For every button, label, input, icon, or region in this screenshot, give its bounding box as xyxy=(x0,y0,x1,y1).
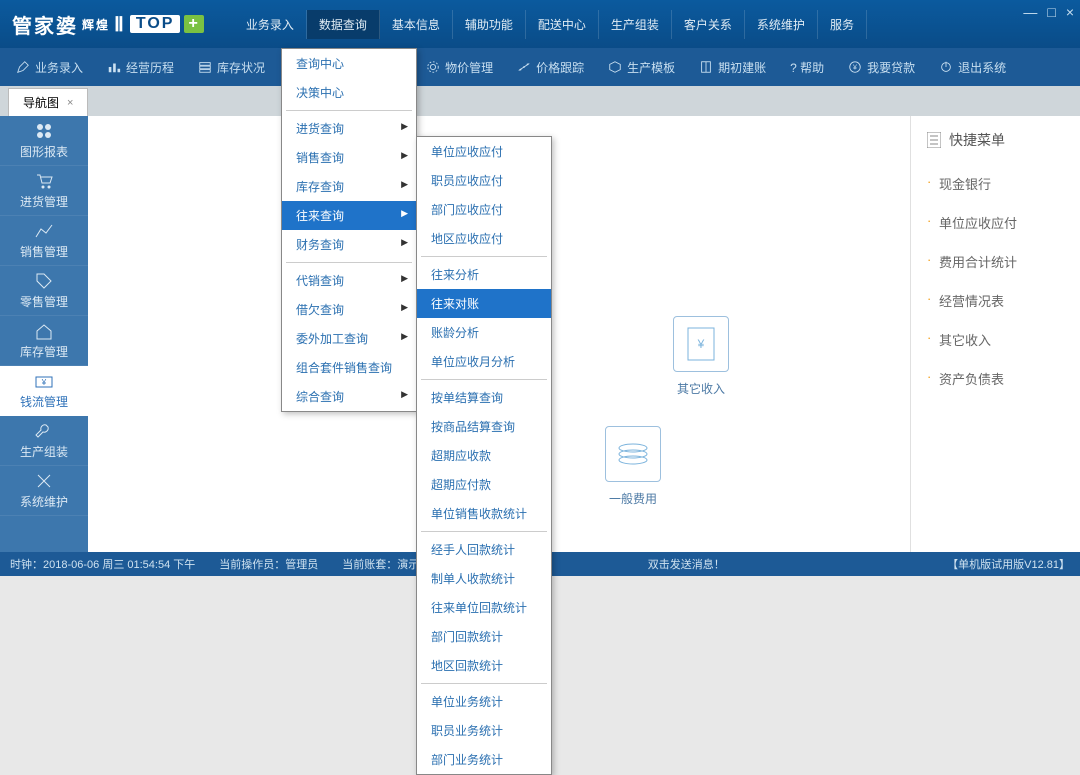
menu-往来分析[interactable]: 往来分析 xyxy=(417,260,551,289)
app-logo: 管家婆辉煌Ⅱ TOP+ xyxy=(12,10,204,39)
toolbar-6[interactable]: 物价管理 xyxy=(414,48,505,86)
toolbar-12[interactable]: 退出系统 xyxy=(927,48,1018,86)
topmenu-8[interactable]: 服务 xyxy=(818,10,867,39)
toolbar-2[interactable]: 库存状况 xyxy=(186,48,277,86)
menu-单位应收月分析[interactable]: 单位应收月分析 xyxy=(417,347,551,376)
topmenu-5[interactable]: 生产组装 xyxy=(599,10,672,39)
close-button[interactable]: × xyxy=(1066,4,1074,20)
topmenu-2[interactable]: 基本信息 xyxy=(380,10,453,39)
topmenu-4[interactable]: 配送中心 xyxy=(526,10,599,39)
quick-title: 快捷菜单 xyxy=(927,130,1064,150)
menu-单位应收应付[interactable]: 单位应收应付 xyxy=(417,137,551,166)
sidebar-系统维护[interactable]: 系统维护 xyxy=(0,466,88,516)
sidebar-零售管理[interactable]: 零售管理 xyxy=(0,266,88,316)
minimize-button[interactable]: — xyxy=(1023,4,1037,20)
toolbar-8[interactable]: 生产模板 xyxy=(596,48,687,86)
toolbar: 业务录入经营历程库存状况¥ 现销售统计物价管理价格跟踪生产模板期初建账? 帮助¥… xyxy=(0,48,1080,86)
status-account: 当前账套：演示a xyxy=(342,556,425,572)
titlebar: 管家婆辉煌Ⅱ TOP+ 业务录入数据查询基本信息辅助功能配送中心生产组装客户关系… xyxy=(0,0,1080,48)
status-message: 双击发送消息！ xyxy=(648,556,725,572)
quick-panel: 快捷菜单 现金银行单位应收应付费用合计统计经营情况表其它收入资产负债表 xyxy=(910,116,1080,552)
menu-财务查询[interactable]: 财务查询 xyxy=(282,230,416,259)
menu-单位业务统计[interactable]: 单位业务统计 xyxy=(417,687,551,716)
menu-超期应付款[interactable]: 超期应付款 xyxy=(417,470,551,499)
status-time: 时钟：2018-06-06 周三 01:54:54 下午 xyxy=(10,556,195,572)
quick-经营情况表[interactable]: 经营情况表 xyxy=(927,281,1064,320)
tile-一般费用[interactable]: 一般费用 xyxy=(588,426,678,507)
menu-职员业务统计[interactable]: 职员业务统计 xyxy=(417,716,551,745)
menu-综合查询[interactable]: 综合查询 xyxy=(282,382,416,411)
top-menu: 业务录入数据查询基本信息辅助功能配送中心生产组装客户关系系统维护服务 xyxy=(234,10,867,39)
tab-label: 导航图 xyxy=(23,94,59,111)
topmenu-0[interactable]: 业务录入 xyxy=(234,10,307,39)
menu-销售查询[interactable]: 销售查询 xyxy=(282,143,416,172)
svg-text:¥: ¥ xyxy=(41,378,47,387)
toolbar-7[interactable]: 价格跟踪 xyxy=(505,48,596,86)
topmenu-6[interactable]: 客户关系 xyxy=(672,10,745,39)
status-version: 【单机版试用版V12.81】 xyxy=(947,556,1070,572)
toolbar-11[interactable]: ¥我要贷款 xyxy=(836,48,927,86)
menu-部门应收应付[interactable]: 部门应收应付 xyxy=(417,195,551,224)
maximize-button[interactable]: □ xyxy=(1047,4,1055,20)
menu-账龄分析[interactable]: 账龄分析 xyxy=(417,318,551,347)
window-controls: — □ × xyxy=(1023,4,1074,20)
menu-按商品结算查询[interactable]: 按商品结算查询 xyxy=(417,412,551,441)
menu-委外加工查询[interactable]: 委外加工查询 xyxy=(282,324,416,353)
menu-进货查询[interactable]: 进货查询 xyxy=(282,114,416,143)
tab-strip: 导航图 × xyxy=(0,86,1080,116)
tab-nav[interactable]: 导航图 × xyxy=(8,88,88,116)
toolbar-10[interactable]: ? 帮助 xyxy=(778,48,836,86)
menu-部门业务统计[interactable]: 部门业务统计 xyxy=(417,745,551,774)
menu-借欠查询[interactable]: 借欠查询 xyxy=(282,295,416,324)
menu-地区应收应付[interactable]: 地区应收应付 xyxy=(417,224,551,253)
menu-经手人回款统计[interactable]: 经手人回款统计 xyxy=(417,535,551,564)
menu-查询中心[interactable]: 查询中心 xyxy=(282,49,416,78)
sidebar-图形报表[interactable]: 图形报表 xyxy=(0,116,88,166)
sidebar-进货管理[interactable]: 进货管理 xyxy=(0,166,88,216)
menu-职员应收应付[interactable]: 职员应收应付 xyxy=(417,166,551,195)
sidebar-生产组装[interactable]: 生产组装 xyxy=(0,416,88,466)
menu-超期应收款[interactable]: 超期应收款 xyxy=(417,441,551,470)
menu-决策中心[interactable]: 决策中心 xyxy=(282,78,416,107)
menu-制单人收款统计[interactable]: 制单人收款统计 xyxy=(417,564,551,593)
tile-其它收入[interactable]: ¥其它收入 xyxy=(656,316,746,397)
menu-库存查询[interactable]: 库存查询 xyxy=(282,172,416,201)
sidebar-库存管理[interactable]: 库存管理 xyxy=(0,316,88,366)
menu-往来查询[interactable]: 往来查询 xyxy=(282,201,416,230)
toolbar-1[interactable]: 经营历程 xyxy=(95,48,186,86)
menu-部门回款统计[interactable]: 部门回款统计 xyxy=(417,622,551,651)
menu-代销查询[interactable]: 代销查询 xyxy=(282,266,416,295)
sidebar-销售管理[interactable]: 销售管理 xyxy=(0,216,88,266)
menu-往来单位回款统计[interactable]: 往来单位回款统计 xyxy=(417,593,551,622)
dropdown-data-query: 查询中心决策中心进货查询销售查询库存查询往来查询财务查询代销查询借欠查询委外加工… xyxy=(281,48,417,412)
quick-现金银行[interactable]: 现金银行 xyxy=(927,164,1064,203)
menu-往来对账[interactable]: 往来对账 xyxy=(417,289,551,318)
quick-费用合计统计[interactable]: 费用合计统计 xyxy=(927,242,1064,281)
topmenu-3[interactable]: 辅助功能 xyxy=(453,10,526,39)
svg-text:¥: ¥ xyxy=(853,65,857,72)
menu-按单结算查询[interactable]: 按单结算查询 xyxy=(417,383,551,412)
toolbar-9[interactable]: 期初建账 xyxy=(687,48,778,86)
submenu-wanglai: 单位应收应付职员应收应付部门应收应付地区应收应付往来分析往来对账账龄分析单位应收… xyxy=(416,136,552,775)
sidebar-钱流管理[interactable]: ¥钱流管理 xyxy=(0,366,88,416)
menu-地区回款统计[interactable]: 地区回款统计 xyxy=(417,651,551,680)
list-icon xyxy=(927,132,941,148)
menu-单位销售收款统计[interactable]: 单位销售收款统计 xyxy=(417,499,551,528)
quick-其它收入[interactable]: 其它收入 xyxy=(927,320,1064,359)
topmenu-1[interactable]: 数据查询 xyxy=(307,10,380,39)
topmenu-7[interactable]: 系统维护 xyxy=(745,10,818,39)
tab-close-icon[interactable]: × xyxy=(67,97,73,109)
svg-text:¥: ¥ xyxy=(697,337,705,351)
quick-资产负债表[interactable]: 资产负债表 xyxy=(927,359,1064,398)
toolbar-0[interactable]: 业务录入 xyxy=(4,48,95,86)
quick-单位应收应付[interactable]: 单位应收应付 xyxy=(927,203,1064,242)
menu-组合套件销售查询[interactable]: 组合套件销售查询 xyxy=(282,353,416,382)
sidebar: 图形报表进货管理销售管理零售管理库存管理¥钱流管理生产组装系统维护 xyxy=(0,116,88,552)
status-operator: 当前操作员：管理员 xyxy=(219,556,318,572)
